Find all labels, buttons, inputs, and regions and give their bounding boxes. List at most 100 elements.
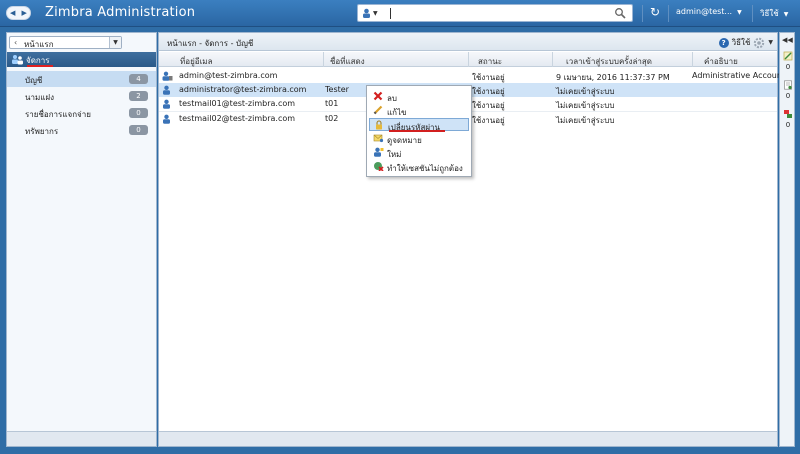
cell-display-name: t02 xyxy=(325,114,339,123)
menu-item-change-password[interactable]: เปลี่ยนรหัสผ่าน xyxy=(369,118,469,132)
delete-x-icon xyxy=(373,91,383,101)
cell-status: ใช้งานอยู่ xyxy=(472,116,505,125)
search-input[interactable] xyxy=(390,7,610,19)
document-icon xyxy=(784,80,792,90)
divider xyxy=(668,5,669,22)
panel-help-area: ? วิธีใช้ ▼ xyxy=(718,36,773,49)
chevron-down-icon: ▼ xyxy=(737,9,742,16)
rail-item-notes[interactable]: 0 xyxy=(782,51,794,71)
divider xyxy=(642,5,643,22)
column-divider[interactable] xyxy=(552,52,553,67)
column-divider[interactable] xyxy=(468,52,469,67)
sidebar-item-aliases[interactable]: นามแฝง 2 xyxy=(7,88,156,104)
cell-email: testmail01@test-zimbra.com xyxy=(179,99,296,108)
count-badge: 2 xyxy=(129,91,148,101)
users-manage-icon xyxy=(12,55,23,65)
back-chevron-icon: ‹ xyxy=(14,38,18,47)
right-rail: ◀◀ 0 0 0 xyxy=(779,32,795,447)
column-divider[interactable] xyxy=(323,52,324,67)
count-badge: 0 xyxy=(129,108,148,118)
admin-account-icon xyxy=(162,71,173,81)
mail-icon xyxy=(373,134,384,143)
help-icon[interactable]: ? xyxy=(718,37,729,48)
cell-last-login: ไม่เคยเข้าสู่ระบบ xyxy=(556,116,615,125)
highlight-underline xyxy=(27,65,53,67)
search-icon[interactable] xyxy=(614,7,626,19)
cell-description: Administrative Account xyxy=(692,71,786,80)
rail-count: 0 xyxy=(785,63,791,71)
breadcrumb: หน้าแรก - จัดการ - บัญชี xyxy=(167,39,254,48)
search-box[interactable]: ▼ xyxy=(357,4,633,22)
globe-x-icon xyxy=(374,162,384,171)
user-menu[interactable]: admin@test... ▼ xyxy=(676,7,742,16)
rail-count: 0 xyxy=(785,121,791,129)
cell-display-name: t01 xyxy=(325,99,339,108)
gear-icon[interactable] xyxy=(753,37,765,49)
count-badge: 0 xyxy=(129,125,148,135)
cell-email: administrator@test-zimbra.com xyxy=(179,85,307,94)
menu-item-view-mail[interactable]: ดูจดหมาย xyxy=(369,132,469,145)
table-header: ที่อยู่อีเมล ชื่อที่แสดง สถานะ เวลาเข้าส… xyxy=(159,52,777,67)
forward-arrow-icon: ▶ xyxy=(21,8,27,17)
column-header-display-name[interactable]: ชื่อที่แสดง xyxy=(330,55,365,68)
sidebar-item-distribution-lists[interactable]: รายชื่อการแจกจ่าย 0 xyxy=(7,105,156,121)
app-title: Zimbra Administration xyxy=(45,5,196,20)
top-bar: ◀ ▶ Zimbra Administration ▼ ↻ admin@test… xyxy=(0,0,800,27)
breadcrumb-bar: หน้าแรก - จัดการ - บัญชี ? วิธีใช้ ▼ xyxy=(159,33,777,51)
cell-email: testmail02@test-zimbra.com xyxy=(179,114,296,123)
divider xyxy=(752,5,753,22)
lock-icon xyxy=(376,120,382,130)
column-header-email[interactable]: ที่อยู่อีเมล xyxy=(180,55,212,68)
collapse-rail-icon[interactable]: ◀◀ xyxy=(782,36,793,44)
sidebar-item-resources[interactable]: ทรัพยากร 0 xyxy=(7,122,156,138)
cell-display-name: Tester xyxy=(325,85,349,94)
table-row[interactable]: admin@test-zimbra.com ใช้งานอยู่ 9 เมษาย… xyxy=(159,69,785,83)
rail-item-tasks[interactable]: 0 xyxy=(782,80,794,100)
home-dropdown-label: หน้าแรก xyxy=(24,40,54,49)
main-panel-footer xyxy=(159,431,777,446)
help-link[interactable]: วิธีใช้ xyxy=(732,36,751,49)
flag-alert-icon xyxy=(784,110,792,118)
search-type-selector[interactable]: ▼ xyxy=(362,8,378,18)
sidebar-item-label: ทรัพยากร xyxy=(25,127,59,136)
count-badge: 4 xyxy=(129,74,148,84)
left-navigation-panel: ‹ หน้าแรก ▼ จัดการ บัญชี 4 นามแฝง 2 รายช… xyxy=(6,32,157,447)
sidebar-item-accounts[interactable]: บัญชี 4 xyxy=(7,71,156,87)
help-menu[interactable]: วิธีใช้ ▼ xyxy=(760,7,788,20)
rail-item-alerts[interactable]: 0 xyxy=(782,109,794,129)
menu-item-delete[interactable]: ลบ xyxy=(369,90,469,103)
column-header-description[interactable]: คำอธิบาย xyxy=(704,55,738,68)
back-arrow-icon: ◀ xyxy=(10,8,16,17)
chevron-down-icon: ▼ xyxy=(373,9,378,17)
sidebar-item-label: บัญชี xyxy=(25,76,43,85)
cell-email: admin@test-zimbra.com xyxy=(179,71,278,80)
sidebar-item-label: นามแฝง xyxy=(25,93,54,102)
column-divider[interactable] xyxy=(692,52,693,67)
chevron-down-icon[interactable]: ▼ xyxy=(109,37,121,48)
manage-section-header[interactable]: จัดการ xyxy=(7,52,156,67)
context-menu: ลบ แก้ไข เปลี่ยนรหัสผ่าน ดูจดหมาย ใหม่ ท… xyxy=(366,85,472,177)
user-menu-label: admin@test... xyxy=(676,7,733,16)
sidebar-item-label: รายชื่อการแจกจ่าย xyxy=(25,110,91,119)
home-dropdown[interactable]: ‹ หน้าแรก ▼ xyxy=(9,36,122,49)
menu-item-invalidate-sessions[interactable]: ทำให้เซสชันไม่ถูกต้อง xyxy=(369,160,469,173)
user-icon xyxy=(163,85,170,95)
pencil-icon xyxy=(783,51,793,61)
user-icon xyxy=(163,114,170,124)
new-user-icon xyxy=(374,147,384,157)
nav-toggle-button[interactable]: ◀ ▶ xyxy=(6,6,31,20)
chevron-down-icon[interactable]: ▼ xyxy=(768,39,773,46)
pencil-icon xyxy=(373,105,383,115)
rail-count: 0 xyxy=(785,92,791,100)
user-icon xyxy=(363,8,370,18)
refresh-icon[interactable]: ↻ xyxy=(650,5,660,19)
menu-item-label: ทำให้เซสชันไม่ถูกต้อง xyxy=(387,164,463,173)
help-menu-label: วิธีใช้ xyxy=(760,9,779,18)
chevron-down-icon: ▼ xyxy=(783,11,789,18)
user-icon xyxy=(163,99,170,109)
column-header-status[interactable]: สถานะ xyxy=(478,55,502,68)
left-panel-footer xyxy=(7,431,156,446)
menu-item-edit[interactable]: แก้ไข xyxy=(369,104,469,117)
menu-item-new[interactable]: ใหม่ xyxy=(369,146,469,159)
column-header-last-login[interactable]: เวลาเข้าสู่ระบบครั้งล่าสุด xyxy=(566,55,652,68)
